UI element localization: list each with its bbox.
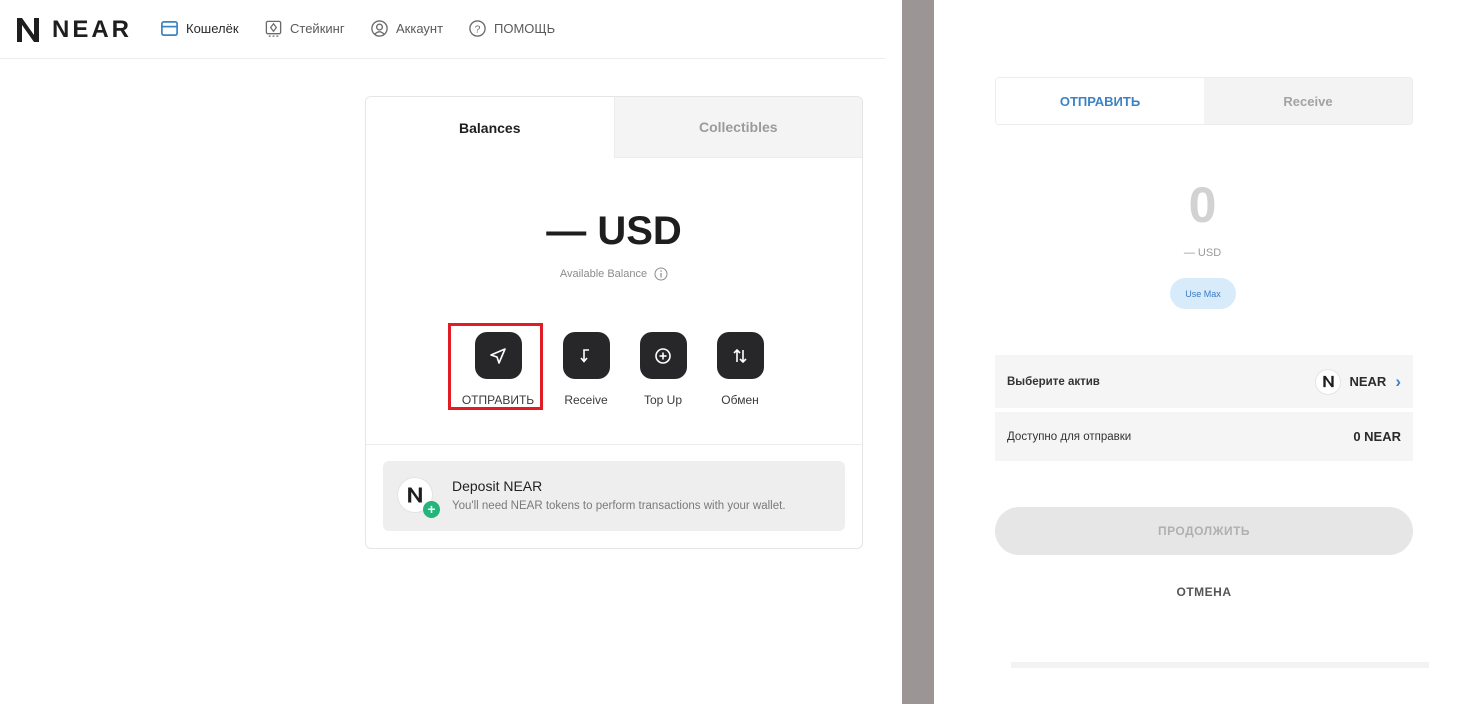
selected-asset[interactable]: NEAR › xyxy=(1315,368,1401,395)
wallet-icon xyxy=(161,20,178,37)
swap-button[interactable] xyxy=(716,332,764,379)
send-form-page: ОТПРАВИТЬ Receive 0 — USD Use Max Выбери… xyxy=(934,0,1471,704)
send-icon xyxy=(490,347,506,364)
nav-account[interactable]: Аккаунт xyxy=(370,19,443,38)
nav-staking-label: Стейкинг xyxy=(290,21,345,36)
deposit-title: Deposit NEAR xyxy=(452,478,543,494)
tab-receive[interactable]: Receive xyxy=(1204,78,1412,124)
swap-action[interactable]: Обмен xyxy=(695,332,785,407)
tab-balances[interactable]: Balances xyxy=(366,97,614,158)
available-to-send-value: 0 NEAR xyxy=(1353,429,1401,444)
send-button[interactable] xyxy=(474,332,522,379)
near-mark-icon xyxy=(408,487,422,503)
wallet-page: NEAR Кошелёк Стейкинг Аккаунт ? ПОМОЩЬ B… xyxy=(0,0,902,704)
swap-label: Обмен xyxy=(721,393,759,407)
nav-help[interactable]: ? ПОМОЩЬ xyxy=(468,19,555,38)
swap-icon xyxy=(733,348,747,363)
available-balance-label: Available Balance xyxy=(559,267,648,280)
amount-input[interactable]: 0 xyxy=(934,176,1471,234)
near-token-icon xyxy=(1315,368,1342,395)
receive-button[interactable] xyxy=(562,332,610,379)
select-asset-label: Выберите актив xyxy=(1007,375,1100,388)
wallet-tabs: Balances Collectibles xyxy=(366,97,862,158)
available-to-send-row: Доступно для отправки 0 NEAR xyxy=(995,412,1413,461)
tab-send[interactable]: ОТПРАВИТЬ xyxy=(996,78,1204,124)
available-to-send-label: Доступно для отправки xyxy=(1007,430,1132,443)
panel-separator xyxy=(902,0,934,704)
tab-collectibles[interactable]: Collectibles xyxy=(613,97,862,158)
send-receive-tabs: ОТПРАВИТЬ Receive xyxy=(995,77,1413,125)
send-label: ОТПРАВИТЬ xyxy=(461,393,535,407)
deposit-near-banner[interactable]: + Deposit NEAR You'll need NEAR tokens t… xyxy=(383,461,845,531)
amount-usd: — USD xyxy=(1183,247,1222,259)
svg-text:?: ? xyxy=(475,24,481,35)
balance-value: — USD xyxy=(546,209,682,253)
nav-staking[interactable]: Стейкинг xyxy=(264,19,345,38)
top-up-button[interactable] xyxy=(639,332,687,379)
nav-help-label: ПОМОЩЬ xyxy=(494,21,556,36)
use-max-button[interactable]: Use Max xyxy=(1170,278,1236,309)
cancel-button[interactable]: ОТМЕНА xyxy=(995,585,1413,599)
nav-account-label: Аккаунт xyxy=(396,21,444,36)
select-asset-row[interactable]: Выберите актив NEAR › xyxy=(995,355,1413,408)
plus-icon: + xyxy=(423,501,440,518)
continue-button[interactable]: ПРОДОЛЖИТЬ xyxy=(995,507,1413,555)
top-nav: NEAR Кошелёк Стейкинг Аккаунт ? ПОМОЩЬ xyxy=(0,0,885,59)
nav-wallet-label: Кошелёк xyxy=(186,21,239,36)
available-balance: Available Balance xyxy=(366,267,862,281)
near-mark-icon xyxy=(1323,375,1334,388)
deposit-subtitle: You'll need NEAR tokens to perform trans… xyxy=(452,500,786,512)
near-logo-icon xyxy=(17,18,39,42)
card-divider xyxy=(366,444,862,445)
top-up-icon xyxy=(655,347,671,364)
receive-icon xyxy=(580,348,589,363)
nav-wallet[interactable]: Кошелёк xyxy=(160,19,239,38)
selected-asset-name: NEAR xyxy=(1349,374,1387,389)
chevron-right-icon: › xyxy=(1395,371,1401,391)
logo-text: NEAR xyxy=(52,16,133,43)
send-action[interactable]: ОТПРАВИТЬ xyxy=(453,332,543,407)
staking-icon xyxy=(265,20,282,37)
account-icon xyxy=(371,20,388,37)
bottom-divider xyxy=(1011,662,1429,668)
near-logo[interactable]: NEAR xyxy=(12,14,132,46)
help-icon: ? xyxy=(469,20,486,37)
info-icon[interactable] xyxy=(654,267,668,281)
wallet-card: Balances Collectibles — USD Available Ba… xyxy=(365,96,863,549)
